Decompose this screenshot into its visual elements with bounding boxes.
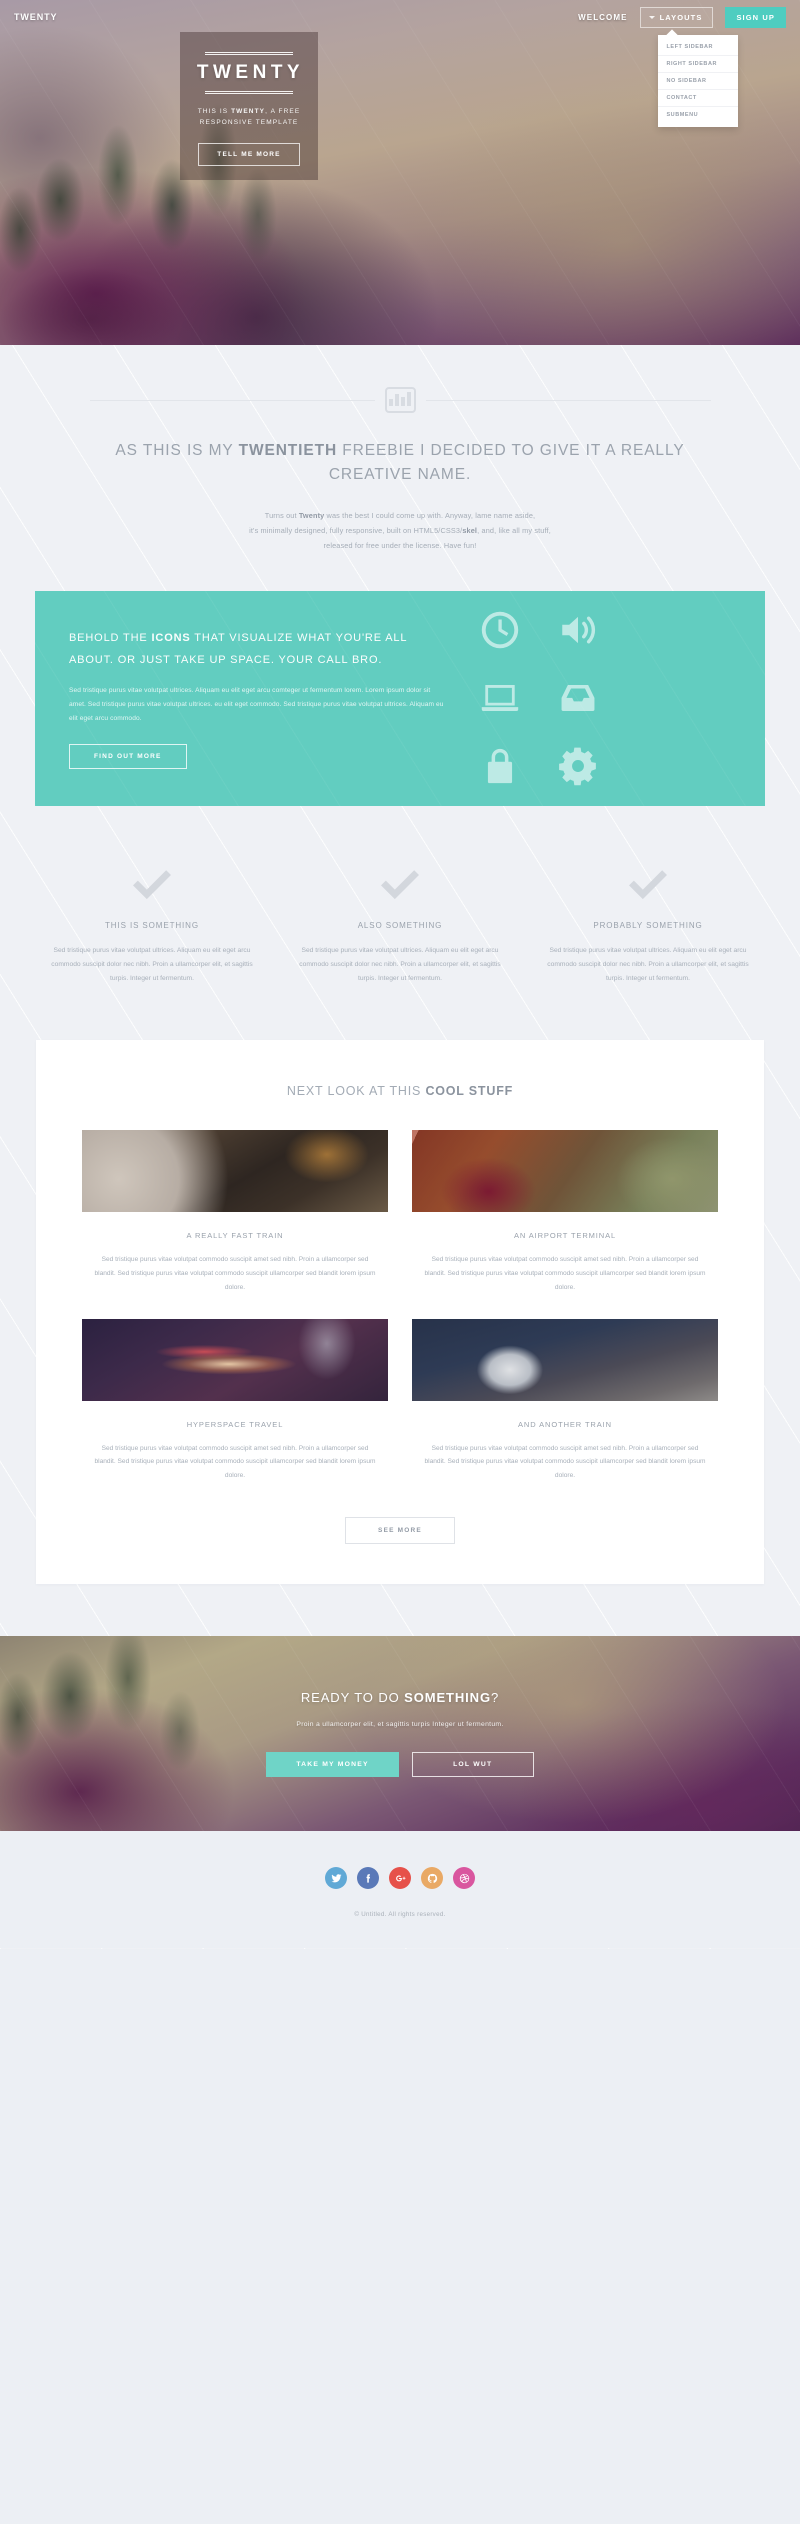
chevron-down-icon: [648, 15, 655, 19]
inbox-icon: [549, 672, 607, 724]
hero-rule-bottom: [205, 91, 293, 94]
feature-title: ALSO SOMETHING: [357, 920, 443, 930]
check-icon: [625, 862, 671, 908]
intro-icon-row: [0, 387, 800, 413]
see-more-wrap: SEE MORE: [82, 1517, 718, 1545]
cta-subtitle: Proin a ullamcorper elit, et sagittis tu…: [296, 1721, 504, 1729]
feature-body: Sed tristique purus vitae volutpat ultri…: [547, 946, 749, 983]
find-out-more-button[interactable]: FIND OUT MORE: [69, 743, 187, 769]
google-plus-icon[interactable]: [389, 1867, 411, 1890]
gallery-card-title: HYPERSPACE TRAVEL: [186, 1419, 284, 1429]
tell-me-more-button[interactable]: TELL ME MORE: [198, 142, 300, 166]
volume-icon: [549, 604, 607, 656]
twitter-icon[interactable]: [325, 1867, 347, 1890]
gallery-card-body: Sed tristique purus vitae volutpat commo…: [424, 1444, 706, 1480]
bar-chart-icon: [384, 387, 416, 413]
gallery-card-body: Sed tristique purus vitae volutpat commo…: [94, 1256, 376, 1291]
page-body: AS THIS IS MY TWENTIETH FREEBIE I DECIDE…: [0, 345, 800, 1950]
site-logo[interactable]: TWENTY: [14, 12, 57, 22]
feature-title: THIS IS SOMETHING: [105, 920, 199, 930]
feature-title: PROBABLY SOMETHING: [593, 920, 703, 930]
footer: © Untitled. All rights reserved.: [0, 1831, 800, 1949]
see-more-button[interactable]: SEE MORE: [345, 1517, 455, 1545]
gallery-heading: NEXT LOOK AT THIS COOL STUFF: [286, 1084, 514, 1099]
copyright-text: © Untitled. All rights reserved.: [354, 1911, 446, 1919]
feature-item: THIS IS SOMETHING Sed tristique purus vi…: [35, 862, 269, 986]
feature-body: Sed tristique purus vitae volutpat ultri…: [299, 946, 501, 983]
icons-feature-text: BEHOLD THE ICONS THAT VISUALIZE WHAT YOU…: [35, 628, 465, 769]
dribbble-icon[interactable]: [453, 1867, 475, 1890]
gallery-card[interactable]: HYPERSPACE TRAVEL Sed tristique purus vi…: [82, 1318, 388, 1484]
gallery-card-body: Sed tristique purus vitae volutpat commo…: [94, 1444, 376, 1480]
nav-dropdown-label: LAYOUTS: [659, 12, 703, 22]
clock-icon: [471, 604, 529, 656]
gallery-image-train-two[interactable]: [412, 1318, 718, 1401]
gallery-card[interactable]: AN AIRPORT TERMINAL Sed tristique purus …: [412, 1130, 718, 1295]
dropdown-item-no-sidebar[interactable]: NO SIDEBAR: [658, 73, 739, 90]
hero-rule-top: [205, 52, 293, 55]
dropdown-item-left-sidebar[interactable]: LEFT SIDEBAR: [658, 39, 739, 56]
check-icon: [129, 862, 175, 908]
cta-heading: READY TO DO SOMETHING?: [300, 1690, 500, 1706]
gallery-image-train[interactable]: [82, 1130, 388, 1213]
feature-item: PROBABLY SOMETHING Sed tristique purus v…: [531, 862, 765, 986]
hero-section: TWENTY WELCOME LAYOUTS LEFT SIDEBAR RIGH…: [0, 0, 800, 345]
check-icon: [377, 862, 423, 908]
dropdown-item-submenu[interactable]: SUBMENU: [658, 107, 738, 123]
nav-right-group: WELCOME LAYOUTS LEFT SIDEBAR RIGHT SIDEB…: [578, 6, 786, 127]
laptop-icon: [471, 672, 529, 724]
intro-section: AS THIS IS MY TWENTIETH FREEBIE I DECIDE…: [0, 345, 800, 554]
social-links: [0, 1867, 800, 1890]
icons-feature-section: BEHOLD THE ICONS THAT VISUALIZE WHAT YOU…: [35, 590, 765, 806]
take-my-money-button[interactable]: TAKE MY MONEY: [266, 1752, 399, 1778]
intro-heading: AS THIS IS MY TWENTIETH FREEBIE I DECIDE…: [115, 442, 685, 484]
icons-feature-heading: BEHOLD THE ICONS THAT VISUALIZE WHAT YOU…: [69, 632, 407, 666]
lol-wut-button[interactable]: LOL WUT: [411, 1752, 534, 1778]
gallery-card-title: AN AIRPORT TERMINAL: [513, 1231, 617, 1241]
nav-link-welcome[interactable]: WELCOME: [578, 13, 627, 22]
feature-item: ALSO SOMETHING Sed tristique purus vitae…: [283, 862, 517, 986]
github-icon[interactable]: [421, 1867, 443, 1890]
cta-section: READY TO DO SOMETHING? Proin a ullamcorp…: [0, 1636, 800, 1832]
gear-icon: [549, 740, 607, 792]
facebook-icon[interactable]: [357, 1867, 379, 1890]
hero-subtitle: THIS IS TWENTY, A FREE RESPONSIVE TEMPLA…: [197, 108, 301, 127]
gallery-grid: A REALLY FAST TRAIN Sed tristique purus …: [82, 1130, 718, 1483]
layouts-dropdown-menu: LEFT SIDEBAR RIGHT SIDEBAR NO SIDEBAR CO…: [658, 34, 739, 127]
gallery-image-hyperspace[interactable]: [82, 1318, 388, 1401]
gallery-card[interactable]: AND ANOTHER TRAIN Sed tristique purus vi…: [412, 1318, 718, 1484]
hero-title: TWENTY: [196, 62, 305, 83]
lock-icon: [471, 740, 529, 792]
gallery-section: NEXT LOOK AT THIS COOL STUFF A REALLY FA…: [36, 1040, 764, 1585]
signup-button[interactable]: SIGN UP: [725, 6, 786, 28]
features-section: THIS IS SOMETHING Sed tristique purus vi…: [35, 862, 765, 986]
gallery-card-title: A REALLY FAST TRAIN: [186, 1231, 284, 1241]
gallery-card[interactable]: A REALLY FAST TRAIN Sed tristique purus …: [82, 1130, 388, 1295]
divider-left: [89, 399, 375, 401]
nav-dropdown-layouts[interactable]: LAYOUTS LEFT SIDEBAR RIGHT SIDEBAR NO SI…: [639, 6, 739, 127]
top-navigation: TWENTY WELCOME LAYOUTS LEFT SIDEBAR RIGH…: [0, 0, 800, 127]
hero-banner: TWENTY THIS IS TWENTY, A FREE RESPONSIVE…: [180, 32, 318, 180]
dropdown-item-contact[interactable]: CONTACT: [658, 90, 739, 107]
intro-body: Turns out Twenty was the best I could co…: [249, 511, 551, 550]
gallery-card-body: Sed tristique purus vitae volutpat commo…: [424, 1256, 706, 1291]
gallery-card-title: AND ANOTHER TRAIN: [518, 1419, 612, 1429]
cta-buttons: TAKE MY MONEY LOL WUT: [266, 1752, 534, 1778]
icons-feature-body: Sed tristique purus vitae volutpat ultri…: [69, 687, 444, 722]
icons-feature-grid: [471, 604, 607, 792]
gallery-image-airport[interactable]: [412, 1130, 718, 1213]
feature-body: Sed tristique purus vitae volutpat ultri…: [51, 946, 253, 983]
divider-right: [425, 399, 711, 401]
dropdown-item-right-sidebar[interactable]: RIGHT SIDEBAR: [658, 56, 739, 73]
